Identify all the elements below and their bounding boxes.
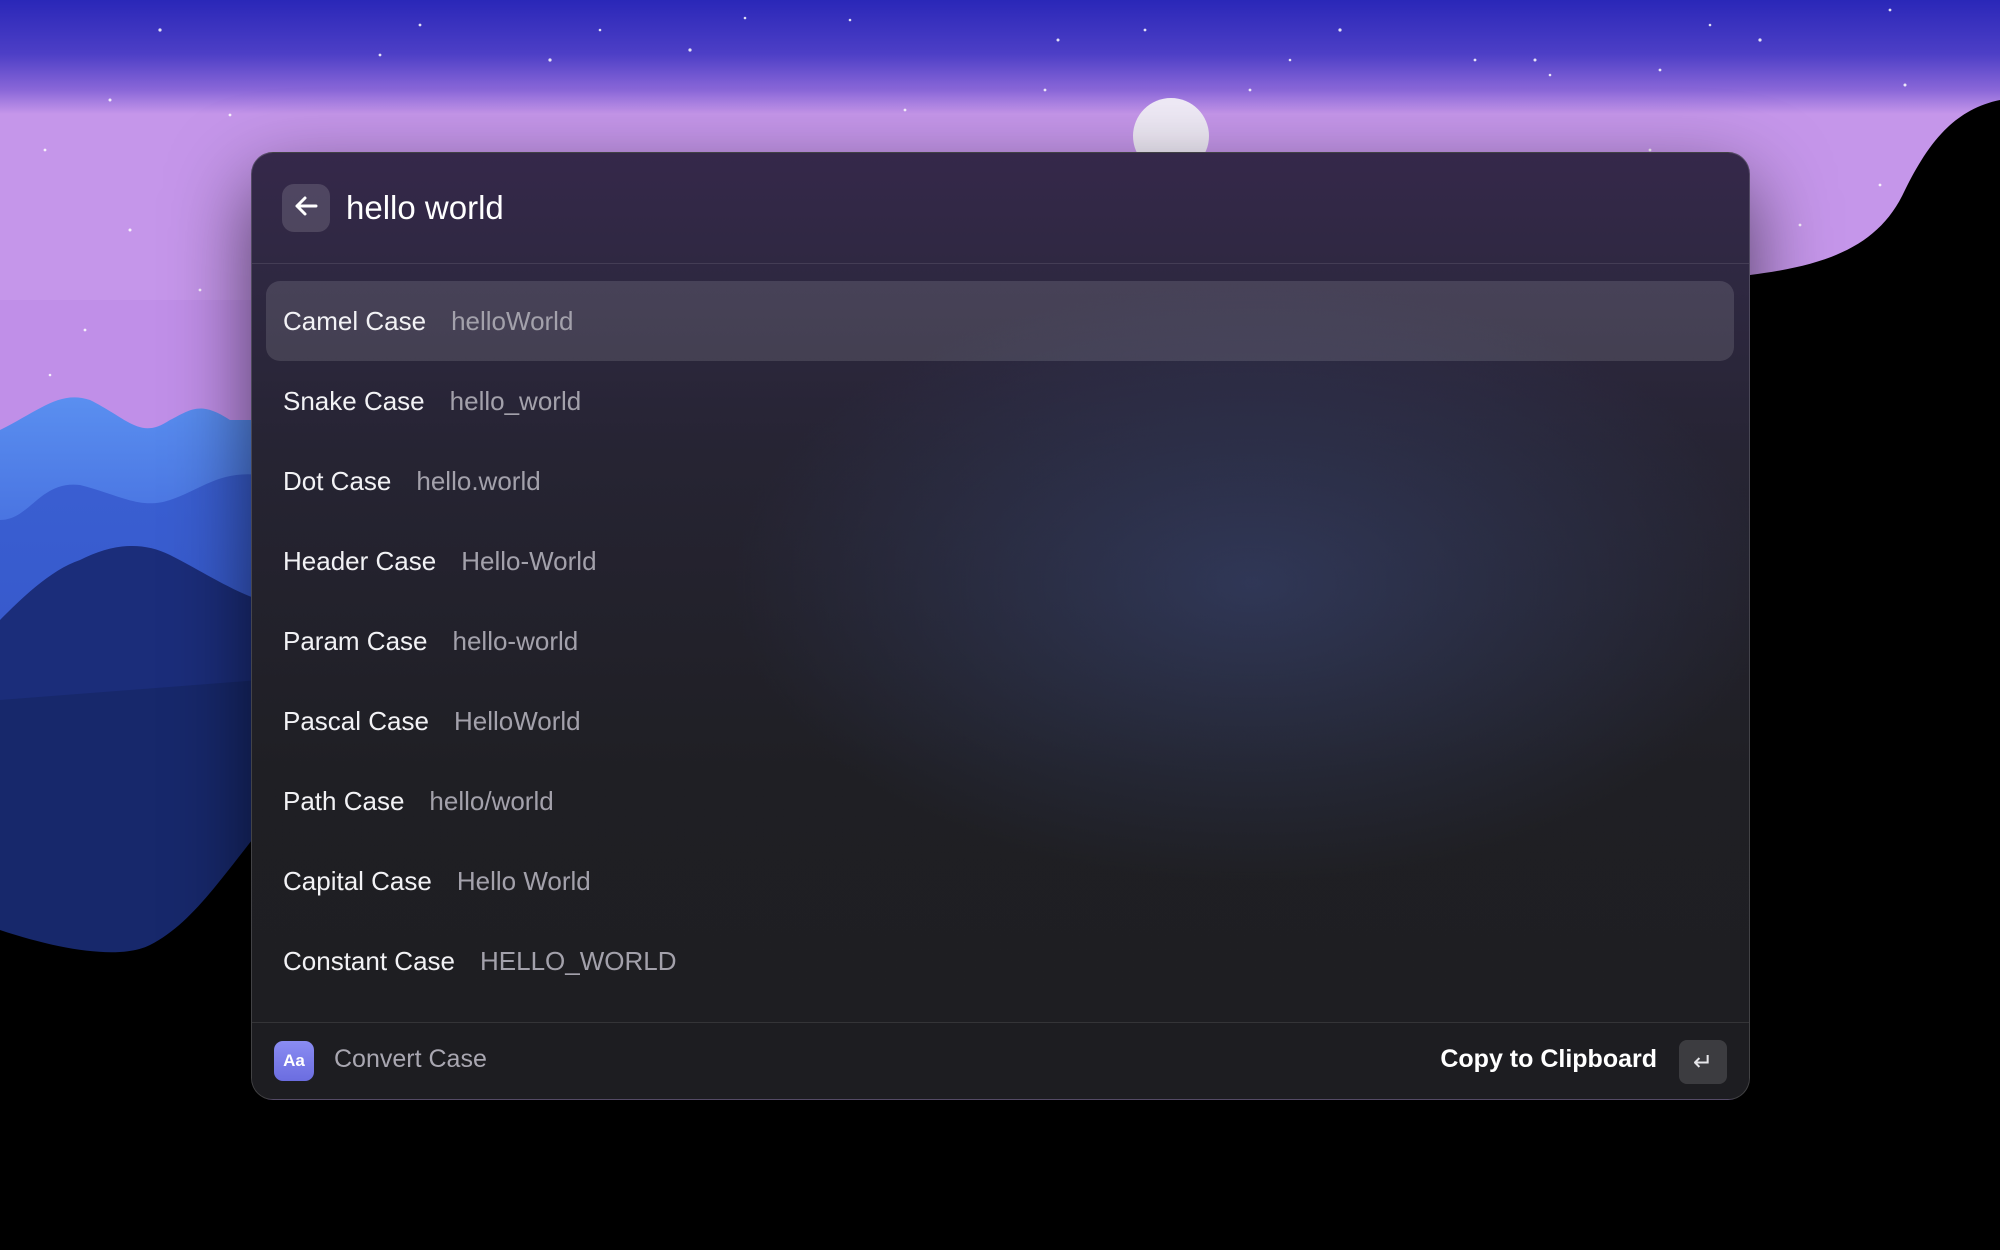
result-item-capital-case[interactable]: Capital Case Hello World bbox=[266, 841, 1734, 921]
result-title: Camel Case bbox=[283, 305, 427, 336]
result-item-pascal-case[interactable]: Pascal Case HelloWorld bbox=[266, 681, 1734, 761]
copy-to-clipboard-action[interactable]: Copy to Clipboard bbox=[1440, 1045, 1657, 1074]
result-item-header-case[interactable]: Header Case Hello-World bbox=[266, 521, 1734, 601]
results-list: Camel Case helloWorld Snake Case hello_w… bbox=[266, 281, 1734, 1001]
back-button[interactable] bbox=[282, 184, 330, 232]
result-title: Constant Case bbox=[283, 945, 455, 976]
arrow-left-icon bbox=[293, 195, 319, 222]
result-item-dot-case[interactable]: Dot Case hello.world bbox=[266, 441, 1734, 521]
result-item-camel-case[interactable]: Camel Case helloWorld bbox=[266, 281, 1734, 361]
convert-case-icon: Aa bbox=[274, 1041, 314, 1081]
result-value: hello-world bbox=[452, 625, 579, 656]
result-title: Header Case bbox=[283, 545, 437, 576]
result-item-snake-case[interactable]: Snake Case hello_world bbox=[266, 361, 1734, 441]
result-value: Hello World bbox=[456, 865, 591, 896]
result-value: hello_world bbox=[449, 385, 582, 416]
return-key-icon[interactable]: ↵ bbox=[1679, 1040, 1727, 1084]
result-title: Param Case bbox=[283, 625, 428, 656]
search-input[interactable] bbox=[346, 178, 1646, 238]
result-value: HelloWorld bbox=[453, 705, 581, 736]
extension-name: Convert Case bbox=[334, 1045, 487, 1073]
result-title: Pascal Case bbox=[283, 705, 429, 736]
action-bar: Aa Convert Case Copy to Clipboard ↵ bbox=[252, 1022, 1749, 1099]
result-value: helloWorld bbox=[451, 305, 574, 336]
result-item-param-case[interactable]: Param Case hello-world bbox=[266, 601, 1734, 681]
result-value: HELLO_WORLD bbox=[479, 945, 677, 976]
result-value: Hello-World bbox=[461, 545, 597, 576]
result-value: hello/world bbox=[429, 785, 554, 816]
launcher-window: Camel Case helloWorld Snake Case hello_w… bbox=[251, 152, 1750, 1100]
result-title: Dot Case bbox=[283, 465, 392, 496]
result-title: Snake Case bbox=[283, 385, 425, 416]
result-value: hello.world bbox=[416, 465, 541, 496]
result-item-constant-case[interactable]: Constant Case HELLO_WORLD bbox=[266, 921, 1734, 1001]
result-item-path-case[interactable]: Path Case hello/world bbox=[266, 761, 1734, 841]
search-bar bbox=[252, 153, 1749, 264]
result-title: Path Case bbox=[283, 785, 405, 816]
result-title: Capital Case bbox=[283, 865, 432, 896]
